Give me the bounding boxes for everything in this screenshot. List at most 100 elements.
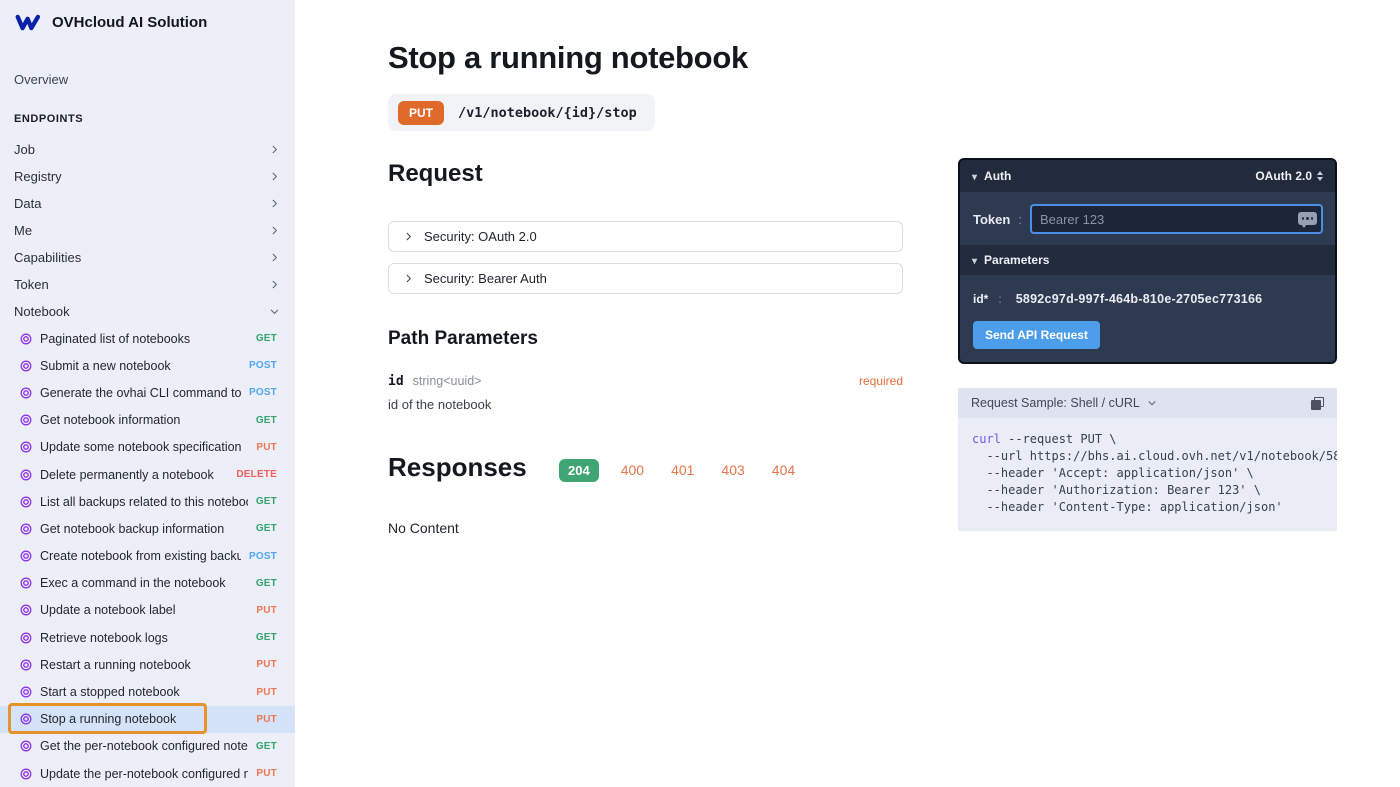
sidebar-endpoint-item[interactable]: Generate the ovhai CLI command to run th… <box>0 379 295 406</box>
endpoint-method-badge: PUT <box>256 713 277 725</box>
sidebar-group-me[interactable]: Me <box>0 217 295 244</box>
sidebar-endpoint-item[interactable]: Exec a command in the notebook GET <box>0 570 295 597</box>
status-tab-400[interactable]: 400 <box>616 458 649 482</box>
endpoint-method-badge: PUT <box>256 441 277 453</box>
sidebar-endpoint-item[interactable]: Start a stopped notebook PUT <box>0 678 295 705</box>
endpoint-method-badge: POST <box>248 550 277 562</box>
path-parameters-heading: Path Parameters <box>388 328 538 349</box>
sidebar-endpoint-item[interactable]: Update a notebook label PUT <box>0 597 295 624</box>
param-id-row: id* : 5892c97d-997f-464b-810e-2705ec7731… <box>960 275 1335 306</box>
sidebar-group-registry[interactable]: Registry <box>0 163 295 190</box>
endpoint-pill: PUT /v1/notebook/{id}/stop <box>388 94 655 131</box>
sidebar-endpoint-list: Paginated list of notebooks GET Submit a n… <box>0 325 295 787</box>
sidebar-group-job[interactable]: Job <box>0 136 295 163</box>
code-line: --url https://bhs.ai.cloud.ovh.net/v1/no… <box>986 449 1337 463</box>
param-name: id <box>388 374 404 389</box>
token-input[interactable] <box>1029 204 1323 234</box>
endpoint-method-badge: PUT <box>256 768 277 780</box>
caret-down-icon <box>972 253 984 267</box>
chevron-down-icon <box>270 309 279 314</box>
endpoint-path: /v1/notebook/{id}/stop <box>458 104 637 121</box>
sidebar-endpoint-item[interactable]: List all backups related to this noteboo… <box>0 488 295 515</box>
status-tab-404[interactable]: 404 <box>767 458 800 482</box>
endpoint-item-label: List all backups related to this noteboo… <box>40 494 248 509</box>
endpoint-method-badge: GET <box>255 523 277 535</box>
endpoint-icon <box>20 632 32 644</box>
sidebar-endpoint-item[interactable]: Update the per-notebook configured noteb… <box>0 760 295 787</box>
endpoint-icon <box>20 605 32 616</box>
endpoint-icon <box>20 496 32 508</box>
code-line: --header 'Authorization: Bearer 123' \ <box>972 483 1261 497</box>
sidebar-group-capabilities[interactable]: Capabilities <box>0 244 295 271</box>
endpoint-icon <box>20 360 32 372</box>
endpoint-icon <box>20 659 32 671</box>
sidebar-endpoint-item[interactable]: Delete permanently a notebook DELETE <box>0 461 295 488</box>
auth-scheme-select[interactable]: OAuth 2.0 <box>1255 169 1323 183</box>
curl-code-block: curl --request PUT \ --url https://bhs.a… <box>958 418 1337 531</box>
endpoint-method-badge: PUT <box>256 604 277 616</box>
endpoint-item-label: Delete permanently a notebook <box>40 467 214 482</box>
token-label: Token <box>973 211 1011 227</box>
endpoint-icon <box>20 441 32 453</box>
status-tab-403[interactable]: 403 <box>716 458 749 482</box>
response-status-tabs: 204 400 401 403 404 <box>559 458 800 482</box>
status-tab-204[interactable]: 204 <box>559 458 599 482</box>
status-tab-401[interactable]: 401 <box>666 458 699 482</box>
endpoint-item-label: Update some notebook specification <box>40 440 242 455</box>
endpoint-icon <box>20 577 32 589</box>
endpoint-icon <box>20 740 32 752</box>
parameters-section-header[interactable]: Parameters <box>960 245 1335 275</box>
sidebar-groups: Job Registry Data Me Capabilities Token Notebo… <box>0 136 295 325</box>
endpoint-item-label: Update a notebook label <box>40 603 176 618</box>
group-label: Job <box>14 142 35 157</box>
security-label: Security: OAuth 2.0 <box>424 229 537 244</box>
sidebar-group-notebook[interactable]: Notebook <box>0 298 295 325</box>
auth-section-header[interactable]: Auth OAuth 2.0 <box>960 160 1335 192</box>
sidebar-endpoint-item[interactable]: Submit a new notebook POST <box>0 352 295 379</box>
endpoint-method-badge: GET <box>255 632 277 644</box>
endpoint-icon <box>20 387 32 399</box>
chevron-right-icon <box>272 226 277 235</box>
copy-icon[interactable] <box>1311 396 1324 410</box>
group-label: Me <box>14 223 33 238</box>
sidebar-endpoint-item[interactable]: Get notebook backup information GET <box>0 515 295 542</box>
endpoint-method-badge: PUT <box>256 659 277 671</box>
security-accordion[interactable]: Security: OAuth 2.0 <box>388 221 903 252</box>
endpoint-item-label: Restart a running notebook <box>40 657 191 672</box>
param-id-value[interactable]: 5892c97d-997f-464b-810e-2705ec773166 <box>1016 292 1263 306</box>
request-heading: Request <box>388 160 483 187</box>
send-api-request-button[interactable]: Send API Request <box>973 321 1100 349</box>
endpoint-item-label: Update the per-notebook configured noteb… <box>40 766 249 781</box>
param-row-id: id string<uuid> required <box>388 374 903 389</box>
sidebar-endpoint-item[interactable]: Retrieve notebook logs GET <box>0 624 295 651</box>
sidebar-item-overview[interactable]: Overview <box>14 72 68 87</box>
sidebar-group-data[interactable]: Data <box>0 190 295 217</box>
endpoint-method-badge: GET <box>255 577 277 589</box>
sidebar-endpoint-item[interactable]: Create notebook from existing backup POST <box>0 543 295 570</box>
sidebar-endpoint-item[interactable]: Get the per-notebook configured notebook… <box>0 733 295 760</box>
sidebar-endpoint-item[interactable]: Restart a running notebook PUT <box>0 651 295 678</box>
request-sample-header[interactable]: Request Sample: Shell / cURL <box>958 388 1337 418</box>
group-label: Token <box>14 277 49 292</box>
chevron-right-icon <box>406 232 411 241</box>
sidebar-endpoint-item[interactable]: Get notebook information GET <box>0 407 295 434</box>
sidebar-group-token[interactable]: Token <box>0 271 295 298</box>
sidebar-endpoint-item[interactable]: Update some notebook specification PUT <box>0 434 295 461</box>
sidebar-endpoint-item[interactable]: Stop a running notebook PUT <box>0 705 295 733</box>
endpoint-method-badge: GET <box>255 414 277 426</box>
endpoint-item-label: Create notebook from existing backup <box>40 549 241 564</box>
param-required-badge: required <box>858 374 903 388</box>
code-line: --header 'Content-Type: application/json… <box>972 500 1283 514</box>
endpoint-item-label: Generate the ovhai CLI command to run th… <box>40 385 241 400</box>
endpoint-item-label: Get the per-notebook configured notebook… <box>40 739 248 754</box>
security-accordion[interactable]: Security: Bearer Auth <box>388 263 903 294</box>
chevron-right-icon <box>406 274 411 283</box>
app-header: OVHcloud AI Solution <box>14 13 207 32</box>
endpoint-icon <box>20 523 32 535</box>
responses-heading: Responses <box>388 452 527 482</box>
sidebar: OVHcloud AI Solution Overview ENDPOINTS … <box>0 0 295 787</box>
endpoint-item-label: Submit a new notebook <box>40 358 171 373</box>
endpoint-icon <box>20 713 32 725</box>
sidebar-endpoint-item[interactable]: Paginated list of notebooks GET <box>0 325 295 352</box>
comment-bubble-icon[interactable] <box>1298 212 1317 228</box>
